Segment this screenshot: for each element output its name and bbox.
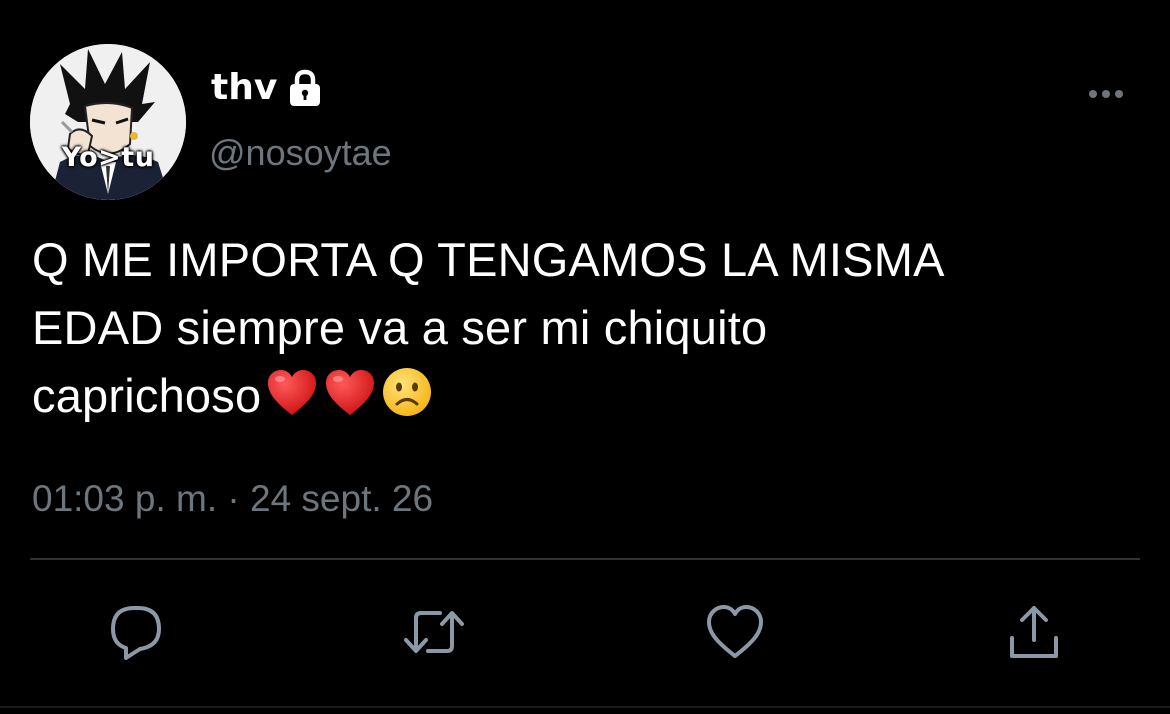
red-heart-emoji	[265, 368, 319, 436]
avatar[interactable]: Yo>tu	[30, 44, 186, 200]
lock-icon	[290, 69, 321, 106]
share-button[interactable]	[1002, 600, 1066, 664]
retweet-button[interactable]	[402, 600, 466, 664]
share-icon	[1010, 606, 1058, 658]
tweet-timestamp[interactable]: 01:03 p. m. · 24 sept. 26	[32, 476, 433, 522]
retweet-icon	[404, 611, 464, 653]
display-name-row: thv	[211, 66, 325, 110]
reply-icon	[111, 606, 161, 660]
tweet: Yo>tu thv @nosoytae Q ME IMPORTA Q TENGA…	[0, 0, 1170, 714]
tweet-body: Q ME IMPORTA Q TENGAMOS LA MISMA EDAD si…	[32, 233, 945, 422]
red-heart-emoji	[323, 368, 377, 436]
reply-button[interactable]	[104, 600, 168, 664]
like-button[interactable]	[703, 600, 767, 664]
more-options-icon[interactable]	[1082, 78, 1130, 110]
display-name[interactable]: thv	[211, 66, 277, 110]
heart-icon	[707, 605, 763, 658]
tweet-text: Q ME IMPORTA Q TENGAMOS LA MISMA EDAD si…	[32, 226, 1142, 436]
avatar-illustration	[30, 44, 186, 200]
bottom-divider	[0, 706, 1170, 708]
divider	[30, 558, 1140, 560]
username[interactable]: @nosoytae	[209, 131, 392, 175]
frowning-face-emoji	[381, 366, 433, 436]
avatar-caption: Yo>tu	[61, 142, 155, 173]
